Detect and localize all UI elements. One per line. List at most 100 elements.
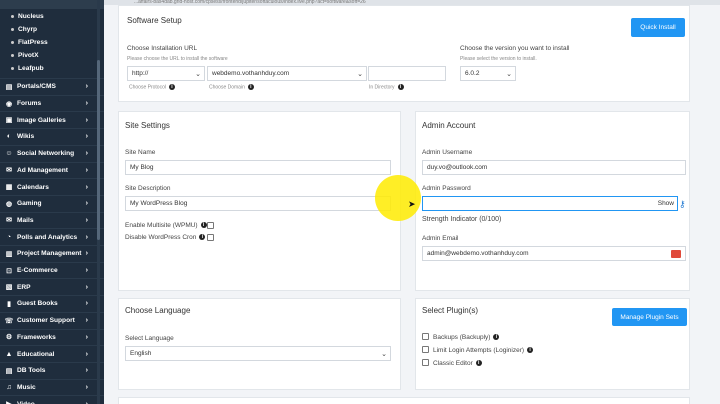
manage-plugin-sets-button[interactable]: Manage Plugin Sets <box>612 308 687 326</box>
chevron-right-icon: › <box>85 233 88 241</box>
sidebar-item-social-networking[interactable]: ☺ Social Networking › <box>0 144 104 162</box>
sidebar-item-ad-management[interactable]: ✉ Ad Management › <box>0 161 104 179</box>
plugin-checkbox-classic-editor[interactable] <box>422 359 429 366</box>
quick-install-button[interactable]: Quick Install <box>631 18 685 37</box>
sidebar-subitem-flatpress[interactable]: FlatPress <box>0 36 104 49</box>
multisite-checkbox[interactable] <box>207 222 214 229</box>
sidebar-subitem-leafpub[interactable]: Leafpub <box>0 62 104 75</box>
domain-select[interactable]: webdemo.vothanhduy.com ⌄ <box>207 66 367 81</box>
frameworks-icon: ⚙ <box>5 334 13 342</box>
social-icon: ☺ <box>5 150 13 158</box>
info-icon: i <box>199 234 206 241</box>
sidebar-item-customer-support[interactable]: ☏ Customer Support › <box>0 311 104 329</box>
plugin-checkbox-loginizer[interactable] <box>422 346 429 353</box>
language-title: Choose Language <box>125 306 191 315</box>
email-icon <box>671 249 681 258</box>
bullet-icon <box>11 54 14 57</box>
multisite-label: Enable Multisite (WPMU) i <box>125 222 207 229</box>
cron-label: Disable WordPress Cron i <box>125 234 206 241</box>
version-select[interactable]: 6.0.2 ⌄ <box>460 66 516 81</box>
admin-username-input[interactable]: duy.vo@outlook.com <box>422 160 686 175</box>
ad-icon: ✉ <box>6 167 12 175</box>
install-url-sub: Please choose the URL to install the sof… <box>127 56 228 62</box>
language-select[interactable]: English ⌄ <box>125 346 391 361</box>
sidebar-item-mails[interactable]: ✉ Mails › <box>0 211 104 229</box>
chevron-right-icon: › <box>85 200 88 208</box>
admin-password-input[interactable]: Show <box>422 196 678 211</box>
sidebar-item-db-tools[interactable]: ▤ DB Tools › <box>0 361 104 379</box>
chevron-right-icon: › <box>85 116 88 124</box>
advanced-options-card <box>118 397 690 404</box>
chevron-down-icon: ⌄ <box>381 350 387 358</box>
info-icon: i <box>247 84 254 90</box>
sidebar-scrollbar-thumb[interactable] <box>97 60 100 240</box>
chevron-down-icon: ⌄ <box>506 70 512 78</box>
site-name-input[interactable]: My Blog <box>125 160 391 175</box>
book-icon: ▮ <box>7 300 11 308</box>
chevron-right-icon: › <box>85 350 88 358</box>
sidebar-item-forums[interactable]: ◉ Forums › <box>0 94 104 112</box>
chevron-right-icon: › <box>85 83 88 91</box>
plugin-checkbox-backuply[interactable] <box>422 333 429 340</box>
chevron-right-icon: › <box>85 250 88 258</box>
version-label: Choose the version you want to install <box>460 45 570 52</box>
admin-email-label: Admin Email <box>422 235 459 242</box>
admin-account-title: Admin Account <box>422 121 476 130</box>
sidebar-item-polls-and-analytics[interactable]: ◔ Polls and Analytics › <box>0 228 104 245</box>
site-name-label: Site Name <box>125 149 156 156</box>
music-icon: ♫ <box>6 383 12 391</box>
cron-checkbox[interactable] <box>207 234 214 241</box>
calendar-icon: ▦ <box>5 184 13 192</box>
project-icon: ▥ <box>5 250 13 258</box>
sidebar-subitem-pivotx[interactable]: PivotX <box>0 49 104 62</box>
sidebar-item-guest-books[interactable]: ▮ Guest Books › <box>0 295 104 312</box>
show-password-toggle[interactable]: Show <box>658 200 674 207</box>
sidebar-item-video[interactable]: ▶Video› <box>0 395 104 404</box>
cursor-highlight <box>375 175 421 221</box>
sidebar-item-gaming[interactable]: ◍ Gaming › <box>0 194 104 212</box>
chevron-right-icon: › <box>85 133 88 141</box>
admin-account-card: Admin Account Admin Username duy.vo@outl… <box>415 111 690 291</box>
forums-icon: ◉ <box>5 100 13 108</box>
bullet-icon <box>11 41 14 44</box>
sidebar-item-erp[interactable]: ▧ ERP › <box>0 278 104 295</box>
sidebar-item-portals-cms[interactable]: ▤ Portals/CMS › <box>0 78 104 95</box>
software-setup-title: Software Setup <box>127 16 182 25</box>
info-icon: i <box>168 84 175 90</box>
video-icon: ▶ <box>4 400 14 404</box>
sidebar-item-frameworks[interactable]: ⚙ Frameworks › <box>0 328 104 346</box>
protocol-select[interactable]: http://⌄ <box>127 66 205 81</box>
bullet-icon <box>11 28 14 31</box>
plugin-label-classic-editor: Classic Editor i <box>433 360 482 367</box>
plugin-label-backuply: Backups (Backuply) i <box>433 334 500 341</box>
sidebar-item-project-management[interactable]: ▥ Project Management › <box>0 245 104 262</box>
site-description-input[interactable]: My WordPress Blog <box>125 196 391 211</box>
mail-icon: ✉ <box>6 217 12 225</box>
sidebar-item-image-galleries[interactable]: ▣ Image Galleries › <box>0 111 104 128</box>
wiki-icon: ◐ <box>6 133 12 141</box>
polls-icon: ◔ <box>6 233 12 241</box>
info-icon: i <box>493 334 500 341</box>
sidebar-subitem-chyrp[interactable]: Chyrp <box>0 23 104 36</box>
chevron-right-icon: › <box>85 166 88 174</box>
sidebar-item-wikis[interactable]: ◐ Wikis › <box>0 128 104 145</box>
key-icon[interactable]: ⚷ <box>679 199 686 210</box>
admin-password-label: Admin Password <box>422 185 471 192</box>
plugins-card: Select Plugin(s) Manage Plugin Sets Back… <box>415 298 690 390</box>
sidebar-item-educational[interactable]: ▲ Educational › <box>0 345 104 362</box>
chevron-right-icon: › <box>85 367 88 375</box>
admin-email-input[interactable]: admin@webdemo.vothanhduy.com <box>422 246 686 261</box>
bullet-icon <box>11 15 14 18</box>
sidebar-item-e-commerce[interactable]: ⊡ E-Commerce › <box>0 261 104 279</box>
domain-caption: Choose Domain i <box>209 84 254 90</box>
sidebar-item-music[interactable]: ♫ Music › <box>0 378 104 396</box>
chevron-right-icon: › <box>85 283 88 291</box>
sidebar-item-calendars[interactable]: ▦ Calendars › <box>0 178 104 195</box>
chevron-right-icon: › <box>85 317 88 325</box>
sidebar-subitem-nucleus[interactable]: Nucleus <box>0 10 104 23</box>
bullet-icon <box>11 67 14 70</box>
directory-input[interactable] <box>368 66 446 81</box>
chevron-right-icon: › <box>85 383 88 391</box>
cart-icon: ⊡ <box>6 267 12 275</box>
plugin-label-loginizer: Limit Login Attempts (Loginizer) i <box>433 347 534 354</box>
